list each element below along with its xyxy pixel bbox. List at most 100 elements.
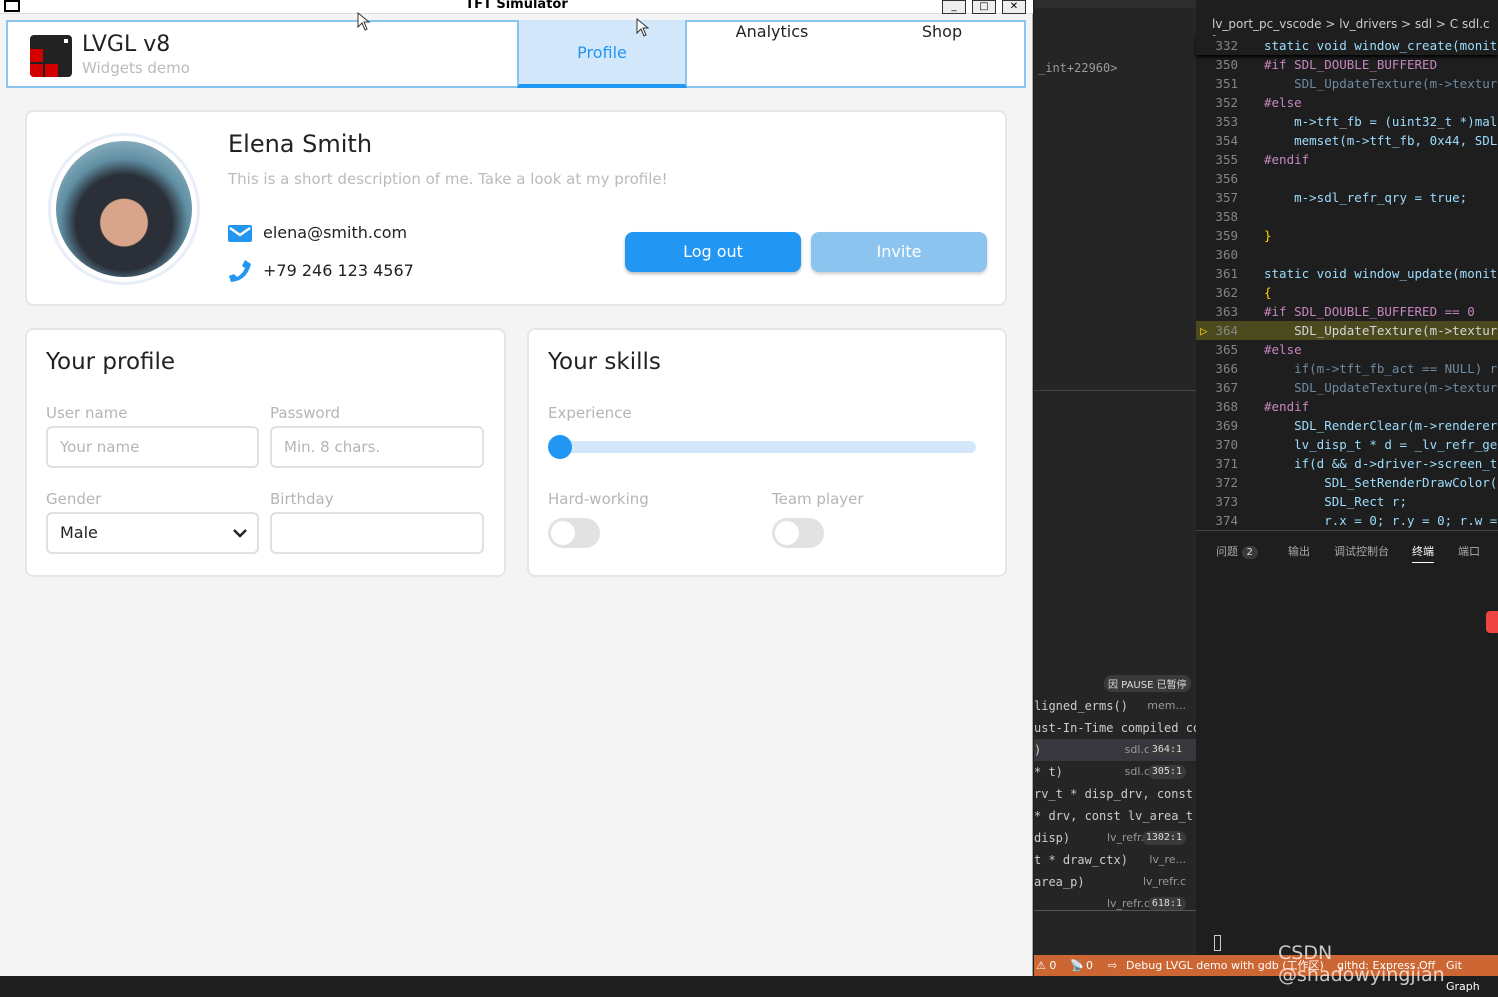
hardworking-switch[interactable] (548, 518, 600, 548)
line-number: 360 (1215, 247, 1238, 262)
line-code: #if SDL_DOUBLE_BUFFERED == 0 (1264, 304, 1475, 319)
tab-shop[interactable]: Shop (857, 22, 1027, 88)
call-stack-frame[interactable]: t * draw_ctx) lv_re... (1034, 849, 1196, 871)
call-stack-frame[interactable]: rv_t * disp_drv, const (1034, 783, 1196, 805)
problems-count[interactable]: ⚠ 0 (1036, 955, 1056, 976)
logout-button[interactable]: Log out (625, 232, 801, 272)
tab-profile[interactable]: Profile (517, 20, 687, 88)
call-stack-frame[interactable]: * drv, const lv_area_t (1034, 805, 1196, 827)
password-input[interactable]: Min. 8 chars. (270, 426, 484, 468)
simulator-title: TFT Simulator (465, 0, 568, 12)
code-line: 361 static void window_update(monit (1196, 264, 1498, 283)
panel-tab-label: 输出 (1288, 545, 1310, 558)
code-line: 363 #if SDL_DOUBLE_BUFFERED == 0 (1196, 302, 1498, 321)
call-stack-frame[interactable]: area_p) lv_refr.c (1034, 871, 1196, 893)
frame-position: 364:1 (1147, 743, 1186, 757)
birthday-input[interactable] (270, 512, 484, 554)
code-line: 360 (1196, 245, 1498, 264)
line-number: 354 (1215, 133, 1238, 148)
username-input[interactable]: Your name (46, 426, 259, 468)
code-line: 372 SDL_SetRenderDrawColor( (1196, 473, 1498, 492)
call-stack-frame[interactable]: lv_refr.c 618:1 (1034, 893, 1196, 915)
line-code: m->sdl_refr_qry = true; (1264, 190, 1468, 205)
line-number: 374 (1215, 513, 1238, 528)
code-line: 366 if(m->tft_fb_act == NULL) r (1196, 359, 1498, 378)
frame-function: disp) (1034, 831, 1071, 845)
minimize-button[interactable]: _ (942, 0, 966, 14)
line-number: 368 (1215, 399, 1238, 414)
line-code: SDL_Rect r; (1264, 494, 1407, 509)
panel-tab[interactable]: 问题 2 (1216, 543, 1258, 559)
code-line: 364 SDL_UpdateTexture(m->textur ▷ (1196, 321, 1498, 340)
your-skills-card: Your skills Experience Hard-working Team… (527, 328, 1007, 577)
teamplayer-switch[interactable] (772, 518, 824, 548)
code-line: 362 { (1196, 283, 1498, 302)
panel-tab[interactable]: 终端 (1412, 543, 1434, 563)
close-button[interactable]: ✕ (1002, 0, 1026, 14)
panel-tab[interactable]: 输出 (1288, 543, 1310, 559)
line-code: r.x = 0; r.y = 0; r.w = (1264, 513, 1498, 528)
frame-position: 618:1 (1147, 897, 1186, 911)
phone-icon (229, 260, 251, 282)
floating-widget-icon (1486, 611, 1498, 633)
envelope-icon (228, 225, 252, 242)
experience-slider-knob[interactable] (548, 435, 572, 459)
profile-phone[interactable]: +79 246 123 4567 (263, 261, 414, 280)
your-profile-title: Your profile (46, 349, 176, 375)
frame-function: * drv, const lv_area_t (1034, 809, 1193, 823)
simulator-titlebar: TFT Simulator _ □ ✕ (0, 0, 1033, 14)
invite-button[interactable]: Invite (811, 232, 987, 272)
line-number: 350 (1215, 57, 1238, 72)
line-code: #endif (1264, 152, 1310, 167)
panel-tab[interactable]: 端口 (1458, 543, 1480, 559)
debug-side-panel: _int+22960> 因 PAUSE 已暂停 ligned_erms() mem… (1034, 0, 1196, 955)
code-line: 350 #if SDL_DOUBLE_BUFFERED (1196, 55, 1498, 74)
panel-tab-label: 端口 (1458, 545, 1480, 558)
line-code: static void window_create(monit (1264, 38, 1498, 53)
line-code: SDL_UpdateTexture(m->textur (1264, 380, 1498, 395)
frame-file: lv_refr.c (1106, 897, 1150, 910)
code-line: 357 m->sdl_refr_qry = true; (1196, 188, 1498, 207)
tab-analytics[interactable]: Analytics (687, 22, 857, 88)
breakpoint-arrow-icon: ▷ (1200, 323, 1208, 338)
gender-dropdown[interactable]: Male (46, 512, 259, 554)
line-number: 352 (1215, 95, 1238, 110)
mouse-cursor-icon (357, 12, 371, 31)
ports-icon: 📡 (1070, 959, 1084, 972)
line-number: 355 (1215, 152, 1238, 167)
frame-function: * t) (1034, 765, 1063, 779)
line-code: SDL_SetRenderDrawColor( (1264, 475, 1498, 490)
code-line: 332 static void window_create(monit (1196, 36, 1498, 55)
your-skills-title: Your skills (548, 349, 661, 375)
line-code: #else (1264, 95, 1302, 110)
maximize-button[interactable]: □ (972, 0, 996, 14)
code-line: 368 #endif (1196, 397, 1498, 416)
line-number: 366 (1215, 361, 1238, 376)
line-number: 373 (1215, 494, 1238, 509)
ports-count[interactable]: 0 (1086, 955, 1093, 976)
panel-tab-label: 调试控制台 (1334, 545, 1389, 558)
profile-email[interactable]: elena@smith.com (263, 223, 407, 242)
chevron-down-icon (233, 529, 247, 538)
call-stack-frame[interactable]: * t) sdl.c 305:1 (1034, 761, 1196, 783)
your-profile-card: Your profile User name Your name Passwor… (25, 328, 506, 577)
line-code: static void window_update(monit (1264, 266, 1498, 281)
experience-label: Experience (548, 404, 632, 422)
code-line: 352 #else (1196, 93, 1498, 112)
bottom-panel: 问题 2 输出 调试控制台 终端 端口 (1196, 530, 1498, 955)
variables-text: _int+22960> (1038, 61, 1118, 75)
frame-function: ) (1034, 743, 1042, 757)
app-header: LVGL v8 Widgets demo Profile Analytics S… (6, 20, 1026, 88)
panel-tab[interactable]: 调试控制台 (1334, 543, 1389, 559)
code-line: 355 #endif (1196, 150, 1498, 169)
call-stack-frame[interactable]: ligned_erms() mem... (1034, 695, 1196, 717)
line-code: } (1264, 228, 1272, 243)
frame-file: lv_re... (1149, 853, 1186, 866)
call-stack-frame[interactable]: ust-In-Time compiled co (1034, 717, 1196, 739)
code-line: 358 (1196, 207, 1498, 226)
experience-slider[interactable] (550, 441, 976, 453)
call-stack-frame[interactable]: ) sdl.c 364:1 (1034, 739, 1196, 761)
call-stack-frame[interactable]: disp) lv_refr.c 1302:1 (1034, 827, 1196, 849)
code-line: 351 SDL_UpdateTexture(m->textur (1196, 74, 1498, 93)
teamplayer-label: Team player (772, 490, 864, 508)
